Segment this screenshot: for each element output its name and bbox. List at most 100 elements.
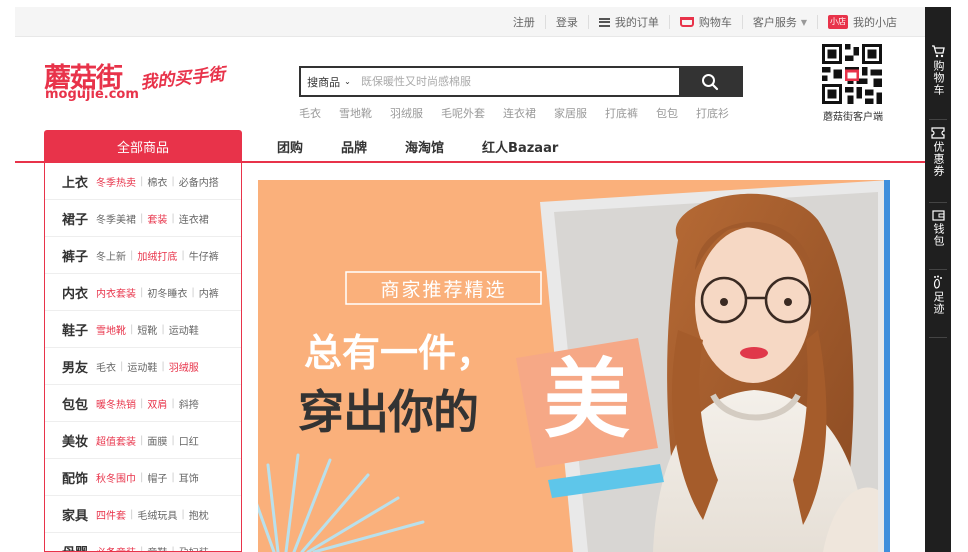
hotword-link[interactable]: 打底衫 bbox=[696, 105, 729, 121]
banner-box-text: 商家推荐精选 bbox=[380, 278, 507, 301]
category-sub-link[interactable]: 运动鞋 bbox=[127, 359, 157, 374]
sidebar-coupon[interactable]: 优惠券 bbox=[925, 127, 951, 177]
hotword-link[interactable]: 打底裤 bbox=[605, 105, 638, 121]
category-sub-link[interactable]: 暖冬热销 bbox=[96, 396, 136, 411]
category-row[interactable]: 裤子 冬上新 | 加绒打底 | 牛仔裤 bbox=[45, 237, 241, 274]
sidebar-divider bbox=[929, 269, 947, 270]
category-sub-link[interactable]: 冬上新 bbox=[96, 248, 126, 263]
category-sub-link[interactable]: 内衣套装 bbox=[96, 285, 136, 300]
category-sub-link[interactable]: 孕妇装 bbox=[179, 544, 209, 552]
category-sub-link[interactable]: 短靴 bbox=[137, 322, 157, 337]
category-title[interactable]: 美妆 bbox=[62, 431, 88, 450]
my-shop-link[interactable]: 小店 我的小店 bbox=[817, 15, 907, 29]
category-sub-link[interactable]: 耳饰 bbox=[179, 470, 199, 485]
category-sub-link[interactable]: 初冬睡衣 bbox=[147, 285, 187, 300]
category-sub-link[interactable]: 毛衣 bbox=[96, 359, 116, 374]
category-row[interactable]: 鞋子 雪地靴 | 短靴 | 运动鞋 bbox=[45, 311, 241, 348]
category-sub-link[interactable]: 童鞋 bbox=[147, 544, 167, 552]
category-title[interactable]: 男友 bbox=[62, 357, 88, 376]
search-input[interactable] bbox=[357, 68, 679, 95]
category-sub-link[interactable]: 双肩 bbox=[147, 396, 167, 411]
category-sub-link[interactable]: 口红 bbox=[179, 433, 199, 448]
category-title[interactable]: 裙子 bbox=[62, 209, 88, 228]
search-button[interactable] bbox=[679, 68, 741, 95]
cart-link[interactable]: 购物车 bbox=[668, 15, 742, 29]
category-row[interactable]: 包包 暖冬热销 | 双肩 | 斜挎 bbox=[45, 385, 241, 422]
service-menu[interactable]: 客户服务 ▼ bbox=[741, 15, 817, 29]
category-row[interactable]: 内衣 内衣套装 | 初冬睡衣 | 内裤 bbox=[45, 274, 241, 311]
category-sub-link[interactable]: 加绒打底 bbox=[137, 248, 177, 263]
register-link[interactable]: 注册 bbox=[503, 15, 545, 29]
category-separator: | bbox=[161, 360, 165, 372]
category-title[interactable]: 配饰 bbox=[62, 468, 88, 487]
category-sub-link[interactable]: 运动鞋 bbox=[169, 322, 199, 337]
category-sub-link[interactable]: 必备童装 bbox=[96, 544, 136, 552]
category-title[interactable]: 鞋子 bbox=[62, 320, 88, 339]
category-separator: | bbox=[191, 286, 195, 298]
promo-banner[interactable]: 商家推荐精选 总有一件， 穿出你的 美 bbox=[258, 180, 890, 552]
category-sub-link[interactable]: 套装 bbox=[147, 211, 167, 226]
hotword-link[interactable]: 雪地靴 bbox=[339, 105, 372, 121]
category-sub-link[interactable]: 面膜 bbox=[147, 433, 167, 448]
category-row[interactable]: 母婴必备童装|童鞋|孕妇装 bbox=[45, 533, 241, 552]
sidebar-footprint[interactable]: 足迹 bbox=[925, 275, 951, 315]
orders-link[interactable]: 我的订单 bbox=[587, 15, 669, 29]
category-sub-link[interactable]: 牛仔裤 bbox=[189, 248, 219, 263]
banner-highlight-char: 美 bbox=[544, 349, 630, 450]
hotword-link[interactable]: 家居服 bbox=[554, 105, 587, 121]
category-sub-link[interactable]: 冬季美裙 bbox=[96, 211, 136, 226]
nav-link-overseas[interactable]: 海淘馆 bbox=[405, 137, 444, 156]
category-title[interactable]: 家具 bbox=[62, 505, 88, 524]
category-separator: | bbox=[171, 212, 175, 224]
category-row[interactable]: 男友 毛衣 | 运动鞋 | 羽绒服 bbox=[45, 348, 241, 385]
login-link[interactable]: 登录 bbox=[544, 15, 588, 29]
hotword-link[interactable]: 连衣裙 bbox=[503, 105, 536, 121]
category-separator: | bbox=[181, 249, 185, 261]
category-sub-link[interactable]: 连衣裙 bbox=[179, 211, 209, 226]
category-separator: | bbox=[171, 471, 175, 483]
category-sub-link[interactable]: 羽绒服 bbox=[169, 359, 199, 374]
category-separator: | bbox=[171, 397, 175, 409]
category-sub-link[interactable]: 四件套 bbox=[96, 507, 126, 522]
sidebar-wallet-label: 钱包 bbox=[932, 223, 945, 247]
category-sub-link[interactable]: 超值套装 bbox=[96, 433, 136, 448]
category-row[interactable]: 美妆 超值套装 | 面膜 | 口红 bbox=[45, 422, 241, 459]
hotword-link[interactable]: 羽绒服 bbox=[390, 105, 423, 121]
category-separator: | bbox=[120, 360, 124, 372]
category-sub-link[interactable]: 抱枕 bbox=[189, 507, 209, 522]
category-sub-link[interactable]: 秋冬围巾 bbox=[96, 470, 136, 485]
category-row[interactable]: 配饰 秋冬围巾 | 帽子 | 耳饰 bbox=[45, 459, 241, 496]
nav-link-groupbuy[interactable]: 团购 bbox=[277, 137, 303, 156]
category-title[interactable]: 上衣 bbox=[62, 172, 88, 191]
all-categories-button[interactable]: 全部商品 bbox=[44, 130, 242, 163]
category-sub-link[interactable]: 必备内搭 bbox=[179, 174, 219, 189]
category-row[interactable]: 裙子 冬季美裙 | 套装 | 连衣裙 bbox=[45, 200, 241, 237]
category-sub-link[interactable]: 棉衣 bbox=[147, 174, 167, 189]
category-sub-link[interactable]: 冬季热卖 bbox=[96, 174, 136, 189]
category-sub-link[interactable]: 毛绒玩具 bbox=[137, 507, 177, 522]
sidebar-wallet[interactable]: 钱包 bbox=[925, 209, 951, 247]
hotword-link[interactable]: 毛呢外套 bbox=[441, 105, 485, 121]
nav-link-brand[interactable]: 品牌 bbox=[341, 137, 367, 156]
category-title[interactable]: 内衣 bbox=[62, 283, 88, 302]
search-category-select[interactable]: 搜商品 ⌄ bbox=[301, 68, 357, 95]
category-sub-link[interactable]: 斜挎 bbox=[179, 396, 199, 411]
category-title[interactable]: 裤子 bbox=[62, 246, 88, 265]
sidebar-divider bbox=[929, 337, 947, 338]
category-title[interactable]: 包包 bbox=[62, 394, 88, 413]
category-sub-link[interactable]: 内裤 bbox=[199, 285, 219, 300]
hotword-link[interactable]: 毛衣 bbox=[299, 105, 321, 121]
category-separator: | bbox=[140, 397, 144, 409]
cart-icon bbox=[679, 17, 694, 27]
hotword-link[interactable]: 包包 bbox=[656, 105, 678, 121]
category-title[interactable]: 母婴 bbox=[62, 542, 88, 552]
category-row[interactable]: 家具 四件套 | 毛绒玩具 | 抱枕 bbox=[45, 496, 241, 533]
app-qr-code[interactable]: 蘑菇街客户端 bbox=[817, 42, 889, 126]
category-sub-link[interactable]: 雪地靴 bbox=[96, 322, 126, 337]
category-sub-link[interactable]: 帽子 bbox=[147, 470, 167, 485]
sidebar-cart[interactable]: 购物车 bbox=[925, 45, 951, 96]
nav-link-bazaar[interactable]: 红人Bazaar bbox=[482, 137, 558, 156]
category-row[interactable]: 上衣 冬季热卖 | 棉衣 | 必备内搭 bbox=[45, 163, 241, 200]
site-logo[interactable]: 蘑菇街 mogujie.com 我的买手街 bbox=[44, 56, 244, 106]
sidebar-divider bbox=[929, 202, 947, 203]
